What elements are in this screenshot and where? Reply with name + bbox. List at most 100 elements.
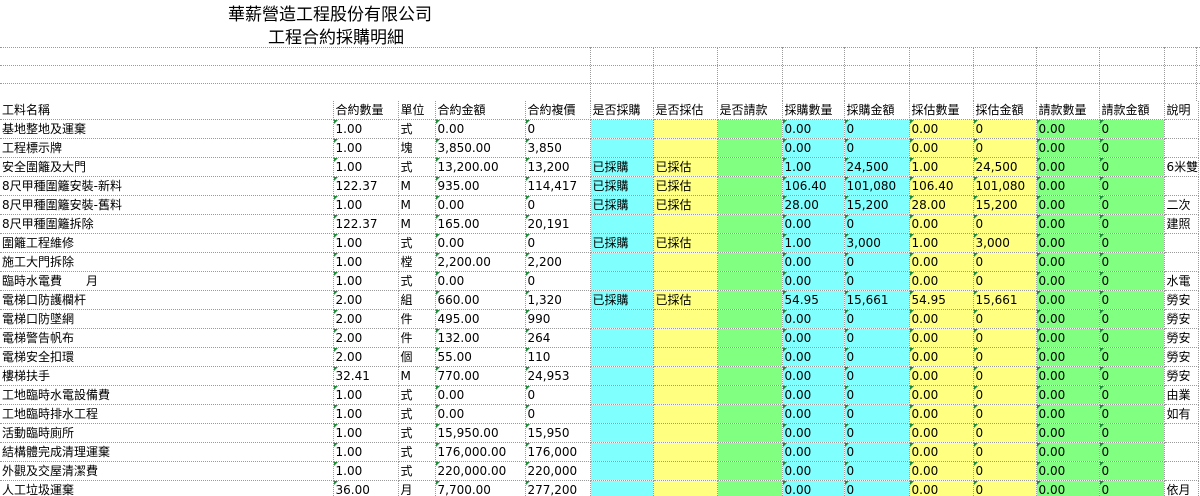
table-cell[interactable]: M bbox=[398, 176, 436, 196]
table-cell[interactable]: 0.00 bbox=[1036, 271, 1100, 291]
table-cell[interactable]: 0.00 bbox=[1036, 309, 1100, 329]
table-cell[interactable]: 176,000.00 bbox=[435, 442, 526, 462]
table-cell[interactable]: 外觀及交屋清潔費 bbox=[0, 461, 334, 481]
table-cell[interactable] bbox=[653, 119, 718, 139]
table-cell[interactable] bbox=[653, 214, 718, 234]
table-cell[interactable]: 工地臨時水電設備費 bbox=[0, 385, 334, 405]
table-cell[interactable] bbox=[717, 195, 783, 215]
table-cell[interactable]: 1.00 bbox=[333, 271, 399, 291]
table-cell[interactable]: 8尺甲種圍籬拆除 bbox=[0, 214, 334, 234]
table-cell[interactable]: 935.00 bbox=[435, 176, 526, 196]
table-cell[interactable]: 0.00 bbox=[909, 328, 974, 348]
table-cell[interactable]: 0 bbox=[844, 119, 910, 139]
table-cell[interactable]: 0 bbox=[1099, 347, 1165, 367]
table-cell[interactable]: 臨時水電費 月 bbox=[0, 271, 334, 291]
table-cell[interactable]: 132.00 bbox=[435, 328, 526, 348]
table-cell[interactable] bbox=[653, 271, 718, 291]
table-cell[interactable]: 勞安 bbox=[1164, 366, 1200, 386]
table-cell[interactable]: 0.00 bbox=[782, 214, 845, 234]
table-cell[interactable]: 0.00 bbox=[1036, 347, 1100, 367]
column-header[interactable]: 採估數量 bbox=[909, 101, 974, 120]
table-cell[interactable]: 1.00 bbox=[333, 157, 399, 177]
table-cell[interactable]: 1.00 bbox=[782, 233, 845, 253]
table-cell[interactable]: 0.00 bbox=[1036, 119, 1100, 139]
table-cell[interactable] bbox=[653, 366, 718, 386]
table-cell[interactable]: 式 bbox=[398, 442, 436, 462]
table-cell[interactable]: 1.00 bbox=[333, 119, 399, 139]
table-cell[interactable]: 0 bbox=[973, 480, 1037, 496]
table-cell[interactable]: 0.00 bbox=[435, 271, 526, 291]
table-cell[interactable]: 0.00 bbox=[1036, 442, 1100, 462]
table-cell[interactable]: 月 bbox=[398, 480, 436, 496]
table-cell[interactable]: 15,200 bbox=[844, 195, 910, 215]
table-cell[interactable]: 0.00 bbox=[782, 404, 845, 424]
table-cell[interactable]: 55.00 bbox=[435, 347, 526, 367]
table-cell[interactable] bbox=[653, 461, 718, 481]
table-cell[interactable]: 0.00 bbox=[782, 252, 845, 272]
table-cell[interactable]: 0 bbox=[525, 195, 591, 215]
table-cell[interactable]: 495.00 bbox=[435, 309, 526, 329]
table-cell[interactable]: 圍籬工程維修 bbox=[0, 233, 334, 253]
table-cell[interactable]: 0 bbox=[1099, 480, 1165, 496]
table-cell[interactable]: 0.00 bbox=[782, 423, 845, 443]
table-cell[interactable] bbox=[717, 328, 783, 348]
table-cell[interactable] bbox=[653, 252, 718, 272]
table-cell[interactable]: 組 bbox=[398, 290, 436, 310]
table-cell[interactable] bbox=[590, 119, 654, 139]
table-cell[interactable]: 0 bbox=[1099, 461, 1165, 481]
table-cell[interactable]: 220,000 bbox=[525, 461, 591, 481]
table-cell[interactable]: 工程標示牌 bbox=[0, 138, 334, 158]
table-cell[interactable]: 已採估 bbox=[653, 233, 718, 253]
table-cell[interactable] bbox=[653, 328, 718, 348]
table-cell[interactable] bbox=[1164, 119, 1200, 139]
table-cell[interactable] bbox=[653, 347, 718, 367]
table-cell[interactable]: 電梯口防墜網 bbox=[0, 309, 334, 329]
table-cell[interactable]: 0 bbox=[844, 271, 910, 291]
table-cell[interactable]: 0 bbox=[973, 328, 1037, 348]
table-cell[interactable]: 0.00 bbox=[435, 119, 526, 139]
table-cell[interactable] bbox=[1164, 423, 1200, 443]
table-cell[interactable]: 2.00 bbox=[333, 309, 399, 329]
table-cell[interactable]: 13,200.00 bbox=[435, 157, 526, 177]
table-cell[interactable]: 0.00 bbox=[435, 195, 526, 215]
table-cell[interactable]: 1.00 bbox=[333, 138, 399, 158]
table-cell[interactable]: 式 bbox=[398, 271, 436, 291]
table-cell[interactable] bbox=[717, 404, 783, 424]
table-cell[interactable]: 122.37 bbox=[333, 176, 399, 196]
table-cell[interactable] bbox=[590, 309, 654, 329]
table-cell[interactable]: 勞安 bbox=[1164, 290, 1200, 310]
table-cell[interactable]: 0 bbox=[1099, 309, 1165, 329]
table-cell[interactable]: 0 bbox=[1099, 252, 1165, 272]
table-cell[interactable]: 結構體完成清理運棄 bbox=[0, 442, 334, 462]
table-cell[interactable]: 0.00 bbox=[909, 442, 974, 462]
table-cell[interactable] bbox=[590, 271, 654, 291]
table-cell[interactable]: 122.37 bbox=[333, 214, 399, 234]
table-cell[interactable] bbox=[590, 328, 654, 348]
table-cell[interactable]: 0 bbox=[973, 423, 1037, 443]
table-cell[interactable]: 3,000 bbox=[844, 233, 910, 253]
table-cell[interactable] bbox=[653, 423, 718, 443]
table-cell[interactable]: 由業 bbox=[1164, 385, 1200, 405]
table-cell[interactable]: M bbox=[398, 366, 436, 386]
table-cell[interactable]: 0 bbox=[1099, 271, 1165, 291]
table-cell[interactable]: 0.00 bbox=[909, 461, 974, 481]
table-cell[interactable]: 電梯口防護欄杆 bbox=[0, 290, 334, 310]
table-cell[interactable]: 0 bbox=[1099, 195, 1165, 215]
table-cell[interactable]: 0.00 bbox=[782, 119, 845, 139]
table-cell[interactable] bbox=[717, 233, 783, 253]
table-cell[interactable]: 二次 bbox=[1164, 195, 1200, 215]
column-header[interactable]: 說明 bbox=[1164, 101, 1200, 120]
table-cell[interactable]: 0.00 bbox=[909, 366, 974, 386]
table-cell[interactable]: 0 bbox=[1099, 157, 1165, 177]
table-cell[interactable]: 已採購 bbox=[590, 233, 654, 253]
table-cell[interactable]: 安全圍籬及大門 bbox=[0, 157, 334, 177]
table-cell[interactable]: 0 bbox=[844, 309, 910, 329]
table-cell[interactable]: 8尺甲種圍籬安裝-新料 bbox=[0, 176, 334, 196]
table-cell[interactable]: 水電 bbox=[1164, 271, 1200, 291]
table-cell[interactable] bbox=[717, 138, 783, 158]
table-cell[interactable]: 1,320 bbox=[525, 290, 591, 310]
table-cell[interactable]: 0 bbox=[525, 271, 591, 291]
table-cell[interactable]: 54.95 bbox=[909, 290, 974, 310]
table-cell[interactable]: 0.00 bbox=[782, 461, 845, 481]
table-cell[interactable]: 0 bbox=[1099, 404, 1165, 424]
